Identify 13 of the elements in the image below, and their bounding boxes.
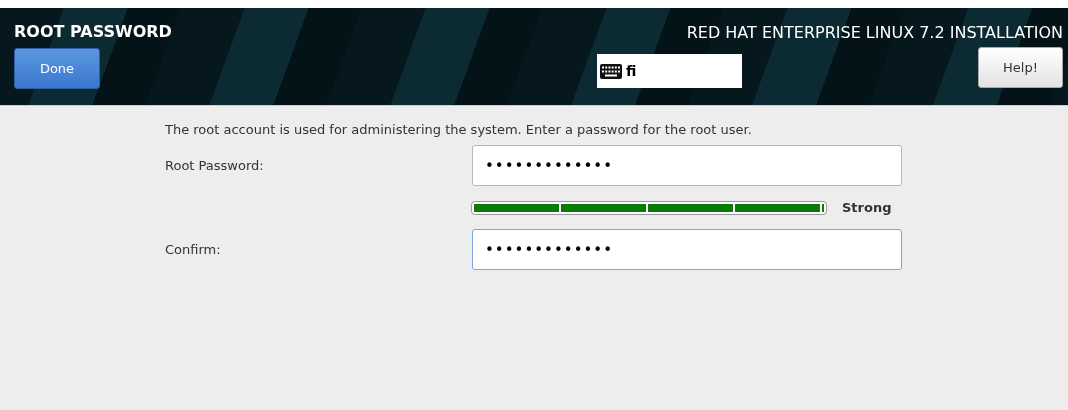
keyboard-layout-indicator[interactable]: fi — [597, 54, 742, 88]
keyboard-layout-code: fi — [626, 63, 637, 79]
screen-title: ROOT PASSWORD — [14, 22, 172, 41]
password-field[interactable]: ••••••••••••• — [472, 145, 902, 186]
done-button[interactable]: Done — [14, 48, 100, 89]
help-button[interactable]: Help! — [978, 47, 1063, 88]
field-label: Confirm: — [165, 242, 222, 257]
field-label: Root Password: — [165, 158, 265, 173]
strength-label: Strong — [842, 200, 892, 215]
instruction-text: The root account is used for administering the system. Enter a password for the root user. — [165, 122, 753, 137]
keyboard-icon — [600, 63, 622, 79]
product-title: RED HAT ENTERPRISE LINUX 7.2 INSTALLATION — [686, 23, 1063, 42]
password-field[interactable]: ••••••••••••• — [472, 229, 902, 270]
